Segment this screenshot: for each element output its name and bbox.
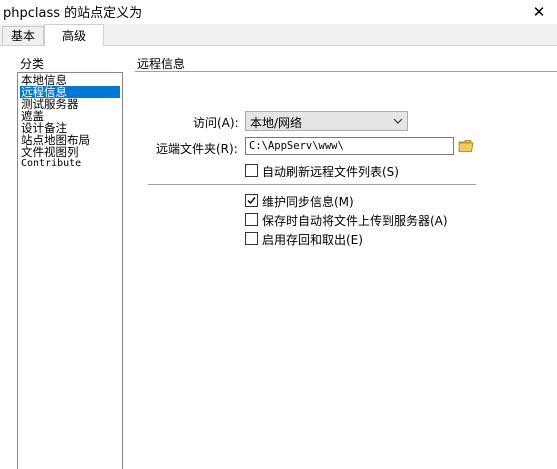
maintain-sync-label: 维护同步信息(M) (262, 195, 354, 209)
tab-advanced[interactable]: 高级 (44, 24, 104, 46)
site-definition-dialog: 基本 高级 分类 本地信息 远程信息 测试服务器 遮盖 设计备注 站点地图布局 … (0, 24, 557, 469)
close-button[interactable]: ✕ (522, 1, 556, 23)
tab-basic[interactable]: 基本 (2, 26, 44, 45)
access-label: 访问(A): (193, 116, 239, 130)
section-title: 远程信息 (137, 57, 186, 71)
auto-refresh-checkbox[interactable] (245, 164, 258, 177)
title-bar: phpclass 的站点定义为 ✕ (0, 0, 557, 24)
remote-folder-input[interactable]: C:\AppServ\www\ (245, 137, 454, 155)
access-select[interactable]: 本地/网络 (245, 111, 408, 131)
auto-upload-checkbox[interactable] (245, 213, 258, 226)
checkin-checkout-label: 启用存回和取出(E) (262, 233, 363, 247)
checkin-checkout-checkbox[interactable] (245, 232, 258, 245)
auto-refresh-label: 自动刷新远程文件列表(S) (262, 165, 399, 179)
window-title: phpclass 的站点定义为 (3, 6, 143, 21)
category-item-contribute[interactable]: Contribute (20, 158, 82, 170)
folder-icon[interactable] (458, 139, 474, 153)
category-heading: 分类 (20, 57, 45, 71)
remote-folder-label: 远端文件夹(R): (156, 142, 238, 156)
maintain-sync-checkbox[interactable] (245, 194, 258, 207)
options-divider (148, 184, 476, 185)
category-list[interactable]: 本地信息 远程信息 测试服务器 遮盖 设计备注 站点地图布局 文件视图列 Con… (17, 72, 123, 469)
auto-upload-label: 保存时自动将文件上传到服务器(A) (262, 214, 448, 228)
access-select-value: 本地/网络 (250, 116, 303, 130)
category-item-file-view-columns[interactable]: 文件视图列 (20, 146, 80, 158)
tab-strip: 基本 高级 (0, 24, 557, 46)
checkmark-icon (247, 197, 256, 205)
section-rule (135, 71, 557, 72)
advanced-panel: 分类 本地信息 远程信息 测试服务器 遮盖 设计备注 站点地图布局 文件视图列 … (0, 46, 557, 469)
chevron-down-icon (393, 115, 403, 125)
